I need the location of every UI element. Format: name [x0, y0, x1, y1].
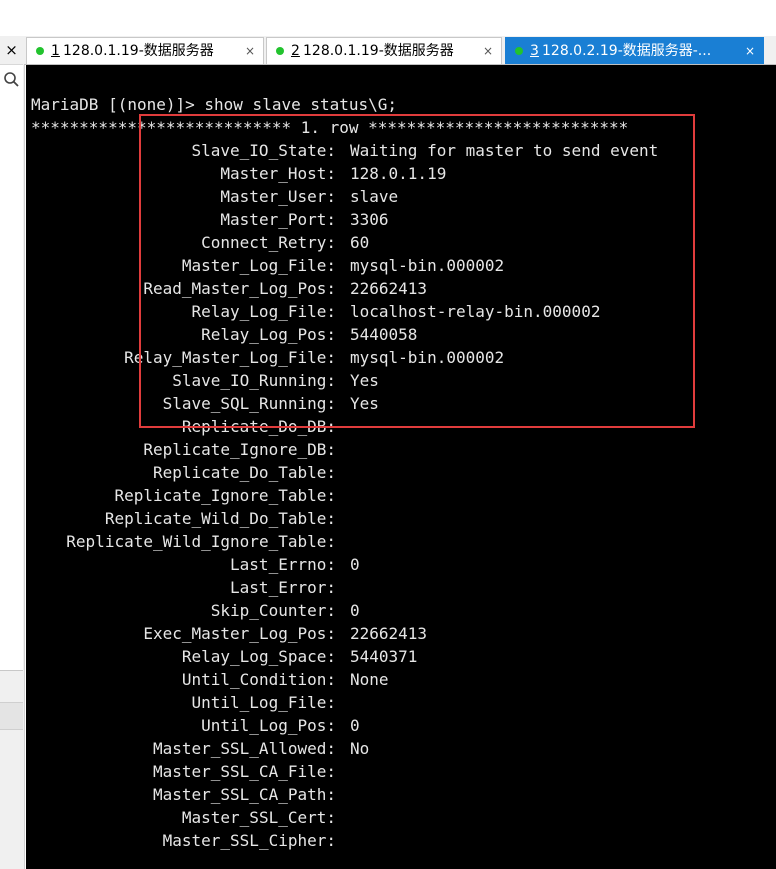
status-field-label: Last_Error:	[230, 578, 336, 597]
panel-close-icon[interactable]: ×	[0, 36, 23, 64]
status-field-label: Skip_Counter:	[210, 601, 336, 620]
tab-number: 2	[291, 43, 300, 59]
status-field-label: Master_Log_File:	[181, 256, 336, 275]
tab-number: 3	[530, 43, 539, 59]
session-tab-bar: 1 128.0.1.19-数据服务器 × 2 128.0.1.19-数据服务器 …	[24, 36, 776, 65]
status-field-value: localhost-relay-bin.000002	[350, 302, 601, 321]
status-field-label: Replicate_Wild_Do_Table:	[104, 509, 336, 528]
session-tab-2[interactable]: 2 128.0.1.19-数据服务器 ×	[266, 37, 502, 64]
status-field-value: 60	[350, 233, 370, 252]
panel-search-button[interactable]	[0, 64, 23, 94]
status-field-label: Connect_Retry:	[201, 233, 336, 252]
status-field-label: Master_SSL_CA_File:	[152, 762, 336, 781]
tab-title: 128.0.1.19-数据服务器	[63, 43, 214, 59]
status-field-label: Relay_Master_Log_File:	[124, 348, 336, 367]
tab-close-icon[interactable]: ×	[745, 38, 755, 64]
connected-status-dot-icon	[515, 47, 523, 55]
status-field-label: Master_Port:	[220, 210, 336, 229]
status-field-label: Replicate_Do_DB:	[181, 417, 336, 436]
row-header-line: *************************** 1. row *****…	[31, 118, 629, 137]
window-top-strip	[0, 0, 776, 37]
status-field-value: 22662413	[350, 279, 428, 298]
status-field-label: Master_User:	[220, 187, 336, 206]
tab-number: 1	[51, 43, 60, 59]
status-field-label: Master_SSL_CA_Path:	[152, 785, 336, 804]
status-field-value: No	[350, 739, 370, 758]
status-field-label: Replicate_Ignore_DB:	[143, 440, 336, 459]
status-field-value: 5440058	[350, 325, 418, 344]
status-field-label: Until_Condition:	[181, 670, 336, 689]
status-field-value: slave	[350, 187, 399, 206]
status-field-label: Master_SSL_Cipher:	[162, 831, 336, 850]
status-field-value: 22662413	[350, 624, 428, 643]
status-field-value: 128.0.1.19	[350, 164, 447, 183]
status-field-value: 0	[350, 555, 360, 574]
connected-status-dot-icon	[276, 47, 284, 55]
status-field-label: Read_Master_Log_Pos:	[143, 279, 336, 298]
status-field-value: 0	[350, 716, 360, 735]
status-field-value: mysql-bin.000002	[350, 256, 505, 275]
status-field-label: Replicate_Ignore_Table:	[114, 486, 336, 505]
sql-prompt-line: MariaDB [(none)]> show slave status\G;	[31, 95, 398, 114]
status-field-label: Replicate_Do_Table:	[152, 463, 336, 482]
status-field-label: Slave_SQL_Running:	[162, 394, 336, 413]
status-field-label: Last_Errno:	[230, 555, 336, 574]
status-field-value: 5440371	[350, 647, 418, 666]
connected-status-dot-icon	[36, 47, 44, 55]
status-field-label: Exec_Master_Log_Pos:	[143, 624, 336, 643]
search-icon	[4, 72, 19, 87]
status-field-label: Until_Log_File:	[191, 693, 337, 712]
status-field-label: Replicate_Wild_Ignore_Table:	[66, 532, 336, 551]
tab-title: 128.0.1.19-数据服务器	[303, 43, 454, 59]
status-field-label: Until_Log_Pos:	[201, 716, 336, 735]
status-field-label: Slave_IO_Running:	[172, 371, 336, 390]
session-tab-1[interactable]: 1 128.0.1.19-数据服务器 ×	[26, 37, 264, 64]
terminal-app-window: × 1 128.0.1.19-数据服务器 × 2 128.0.1.19-数据服务…	[0, 0, 776, 869]
status-field-label: Relay_Log_Pos:	[201, 325, 336, 344]
status-field-value: 0	[350, 601, 360, 620]
status-field-value: Yes	[350, 394, 379, 413]
tab-title: 128.0.2.19-数据服务器-...	[542, 43, 712, 59]
status-field-label: Relay_Log_File:	[191, 302, 337, 321]
panel-divider	[0, 670, 23, 671]
status-field-value: mysql-bin.000002	[350, 348, 505, 367]
status-field-label: Master_SSL_Allowed:	[152, 739, 336, 758]
session-list-area	[0, 92, 23, 670]
status-field-value: 3306	[350, 210, 389, 229]
status-field-value: None	[350, 670, 389, 689]
panel-status-block	[0, 702, 23, 730]
status-field-label: Slave_IO_State:	[191, 141, 337, 160]
status-field-label: Master_Host:	[220, 164, 336, 183]
status-field-value: Yes	[350, 371, 379, 390]
tab-close-icon[interactable]: ×	[245, 38, 255, 64]
session-tab-3[interactable]: 3 128.0.2.19-数据服务器-... ×	[505, 37, 764, 64]
terminal-output[interactable]: MariaDB [(none)]> show slave status\G; *…	[26, 65, 776, 869]
tab-close-icon[interactable]: ×	[483, 38, 493, 64]
status-field-label: Relay_Log_Space:	[181, 647, 336, 666]
status-field-label: Master_SSL_Cert:	[181, 808, 336, 827]
status-field-value: Waiting for master to send event	[350, 141, 659, 160]
